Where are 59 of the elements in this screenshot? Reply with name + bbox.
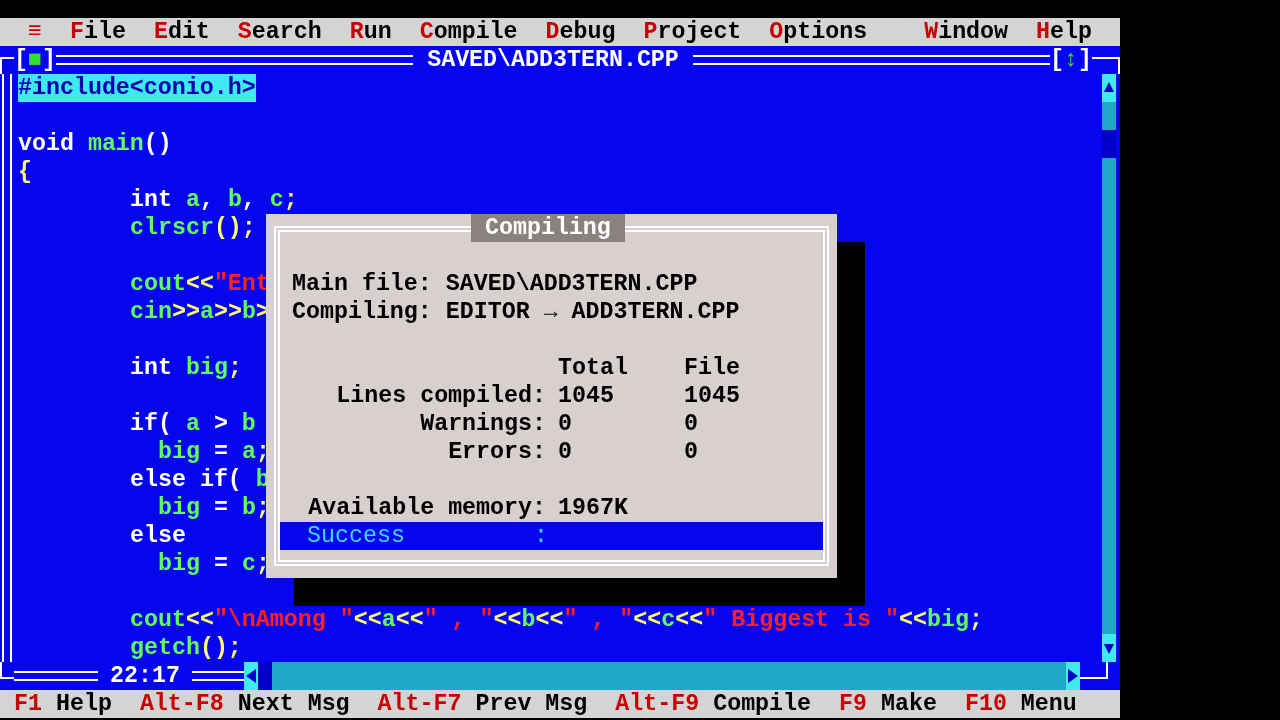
menu-item[interactable]: Project	[643, 18, 742, 46]
stat-value: 0	[557, 438, 573, 466]
stat-value: 0	[683, 438, 699, 466]
menu-item[interactable]: Help	[1036, 18, 1092, 46]
vertical-scrollbar[interactable]	[1102, 74, 1116, 662]
code-line: big = a;	[158, 438, 270, 466]
field-value: SAVED\ADD3TERN.CPP	[445, 271, 698, 297]
code-line: {	[18, 158, 32, 186]
code-line: int a, b, c;	[130, 186, 298, 214]
stat-label: Errors:	[447, 438, 546, 466]
shortcut-hint[interactable]: F1 Help	[14, 690, 112, 718]
menu-item[interactable]: Compile	[419, 18, 518, 46]
code-line: int big;	[130, 354, 242, 382]
code-line: cout<<"\nAmong "<<a<<" , "<<b<<" , "<<c<<" Biggest is "<<big;	[130, 606, 983, 634]
menu-item[interactable]: Edit	[153, 18, 210, 46]
code-line: big = c;	[158, 550, 270, 578]
menu-item[interactable]: Debug	[545, 18, 616, 46]
code-line: if( a > b	[130, 410, 256, 438]
stat-label: Warnings:	[419, 410, 546, 438]
shortcut-hint[interactable]: F10 Menu	[964, 690, 1077, 718]
field-label: Main file:	[292, 271, 432, 297]
dialog-title: Compiling	[471, 214, 625, 242]
menu-item[interactable]: Window	[924, 18, 1009, 46]
field-value: EDITOR → ADD3TERN.CPP	[445, 299, 740, 325]
memory-label: Available memory:	[307, 494, 546, 522]
shortcut-hint[interactable]: Alt-F7 Prev Msg	[377, 690, 588, 718]
menu-item[interactable]: Search	[237, 18, 322, 46]
stat-value: 0	[683, 410, 699, 438]
shortcut-hint[interactable]: Alt-F9 Compile	[615, 690, 812, 718]
stat-value: 1045	[557, 382, 615, 410]
close-button[interactable]: [■]	[14, 46, 56, 74]
shortcut-hint[interactable]: Alt-F8 Next Msg	[139, 690, 350, 718]
code-line: else	[130, 522, 186, 550]
code-line: void main()	[18, 130, 172, 158]
menu-item[interactable]: ≡	[28, 18, 42, 46]
memory-value: 1967K	[557, 494, 629, 522]
result-status: Success	[307, 522, 406, 550]
column-heading: File	[683, 354, 741, 382]
stat-label: Lines compiled:	[335, 382, 546, 410]
stat-value: 0	[557, 410, 573, 438]
stat-value: 1045	[683, 382, 741, 410]
zoom-button[interactable]: [↕]	[1050, 46, 1092, 74]
horizontal-scrollbar[interactable]	[243, 662, 1080, 690]
code-line: cout<<"Ent	[130, 270, 270, 298]
code-line: big = b;	[158, 494, 270, 522]
code-line: getch();	[130, 634, 242, 662]
result-separator: :	[534, 522, 549, 550]
column-heading: Total	[557, 354, 629, 382]
menu-item[interactable]: Options	[769, 18, 868, 46]
shortcut-hint[interactable]: F9 Make	[839, 690, 937, 718]
window-title: SAVED\ADD3TERN.CPP	[426, 46, 680, 74]
cursor-position: 22:17	[109, 662, 181, 690]
field-label: Compiling:	[292, 299, 432, 325]
menu-item[interactable]: Run	[349, 18, 392, 46]
code-line: clrscr();	[130, 214, 256, 242]
menu-item[interactable]: File	[70, 18, 126, 46]
scroll-thumb[interactable]	[1102, 130, 1116, 158]
frame-line	[1079, 662, 1108, 679]
frame-line	[191, 671, 244, 681]
